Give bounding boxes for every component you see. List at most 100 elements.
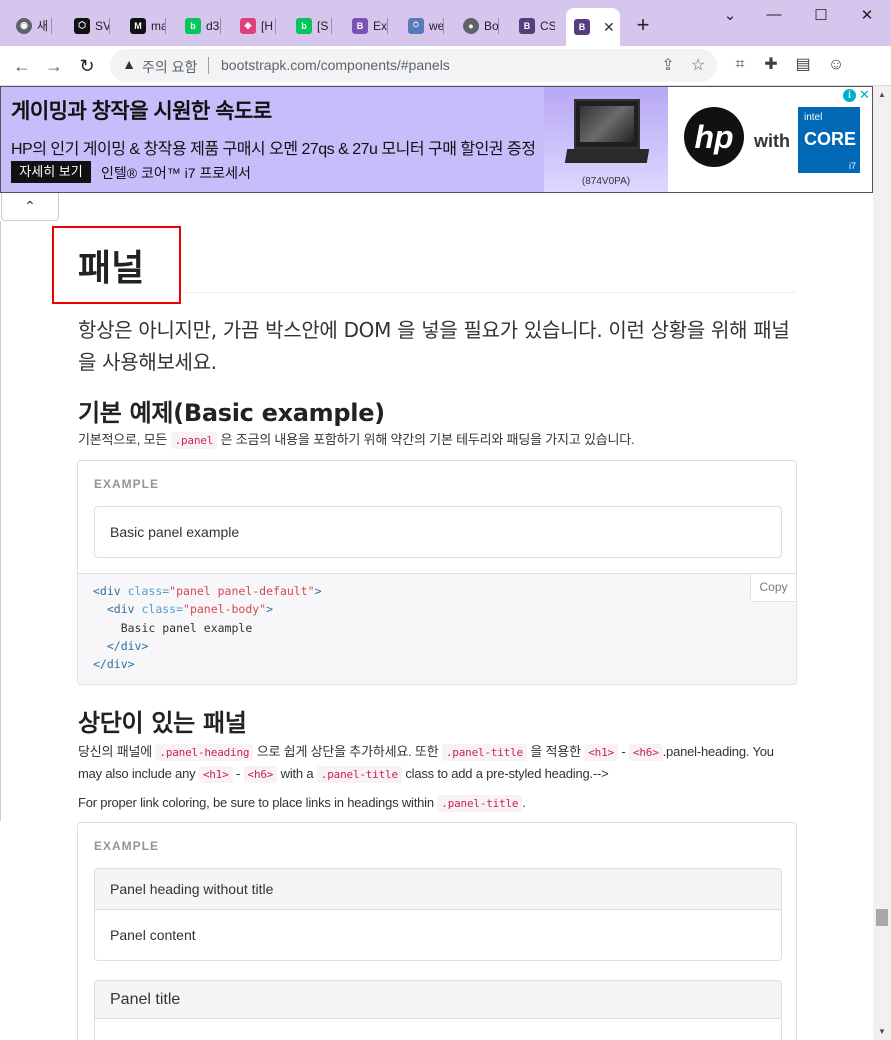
webpack-icon: ⍥ <box>408 17 424 34</box>
sidebar-border <box>0 221 1 821</box>
hp-logo-icon: hp <box>684 107 744 167</box>
code-line: <div class="panel panel-default"> <box>93 584 322 598</box>
warning-icon[interactable]: ▲ <box>121 56 137 72</box>
basic-example-heading: 기본 예제(Basic example) <box>78 399 385 427</box>
bootstrap-icon: B <box>574 19 590 35</box>
forward-icon[interactable]: → <box>40 52 68 80</box>
basic-panel: Basic panel example <box>94 506 782 558</box>
adchoices-info-icon[interactable]: i <box>843 89 856 102</box>
profile-avatar-icon[interactable]: ☺ <box>826 55 846 75</box>
ad-cta-button[interactable]: 자세히 보기 <box>11 161 91 183</box>
share-icon[interactable]: ⇪ <box>658 55 678 75</box>
ad-close-icon[interactable]: ✕ <box>859 87 870 103</box>
browser-tab[interactable]: M ma <box>122 9 166 42</box>
browser-tab[interactable]: ⍥ we <box>400 9 444 42</box>
tab-strip: ◉ 새 ⬡ SV M ma b d3 ◈ [H b [S B Exa ⍥ we … <box>0 0 891 46</box>
browser-tab[interactable]: ◉ 새 <box>8 9 52 42</box>
url-text[interactable]: bootstrapk.com/components/#panels <box>221 57 450 73</box>
medium-icon: M <box>130 17 146 34</box>
collapse-chevron-up-icon[interactable]: ⌃ <box>1 193 59 221</box>
inline-code: .panel-title <box>437 795 523 812</box>
bootstrap-icon: B <box>519 17 535 34</box>
panel-heading-section-heading: 상단이 있는 패널 <box>78 709 247 737</box>
browser-tab[interactable]: ⬡ SV <box>66 9 110 42</box>
code-tag: <div <box>93 584 121 598</box>
text: class to add a pre-styled heading.--> <box>405 766 609 781</box>
cube-icon: ◈ <box>240 17 256 34</box>
tab-title: CS <box>540 18 555 33</box>
laptop-base <box>564 149 650 163</box>
security-label[interactable]: 주의 요함 <box>142 57 197 77</box>
tab-title: d3 <box>206 18 220 33</box>
browser-toolbar: ← → ↻ ▲ 주의 요함 bootstrapk.com/components/… <box>0 46 891 86</box>
camera-icon[interactable]: ⌗ <box>730 55 750 75</box>
basic-code-block: Copy <div class="panel panel-default"> <… <box>77 574 797 685</box>
browser-tab-active[interactable]: B ✕ <box>566 8 620 46</box>
panel-heading: Panel heading without title <box>95 869 781 910</box>
browser-tab[interactable]: b d3 <box>177 9 221 42</box>
heading-example-box: EXAMPLE Panel heading without title Pane… <box>77 822 797 1040</box>
minimize-icon[interactable]: — <box>764 6 784 23</box>
ad-brand-area: hp with intel CORE i7 <box>668 87 872 192</box>
close-window-icon[interactable]: ✕ <box>857 6 877 24</box>
page-scrollbar[interactable]: ▲ ▼ <box>873 86 891 1040</box>
ad-model-number: (874V0PA) <box>581 176 631 187</box>
side-panel-icon[interactable]: ▤ <box>793 55 813 75</box>
code-string: "panel panel-default" <box>169 584 315 598</box>
tab-title: 새 <box>37 19 49 33</box>
browser-tab[interactable]: ◈ [H <box>232 9 276 42</box>
ad-with-text: with <box>754 131 790 151</box>
back-icon[interactable]: ← <box>8 52 36 80</box>
scroll-down-arrow-icon[interactable]: ▼ <box>873 1023 891 1040</box>
panel-body: Basic panel example <box>110 524 240 540</box>
divider <box>208 57 209 74</box>
inline-code: .panel-title <box>441 744 527 761</box>
code-line: <div class="panel-body"> <box>93 602 273 616</box>
tab-title: we <box>429 18 444 33</box>
intel-text: intel <box>804 112 823 123</box>
tab-search-icon[interactable]: ⌄ <box>720 6 740 24</box>
text: with a <box>280 766 314 781</box>
code-tag: <div <box>93 602 135 616</box>
basic-example-box: EXAMPLE Basic panel example <box>77 460 797 574</box>
i7-text: i7 <box>848 161 856 171</box>
example-label: EXAMPLE <box>94 839 160 853</box>
browser-tab[interactable]: B Exa <box>344 9 388 42</box>
scrollbar-thumb[interactable] <box>876 909 888 926</box>
inline-code: <h1> <box>584 744 618 761</box>
ad-headline: 게이밍과 창작을 시원한 속도로 <box>11 100 272 123</box>
tab-title: Bo <box>484 18 499 33</box>
tab-title: SV <box>95 18 110 33</box>
text: 은 조금의 내용을 포함하기 위해 약간의 기본 테두리와 패딩을 가지고 있습… <box>220 432 635 447</box>
inline-code: <h6> <box>243 766 278 783</box>
extensions-puzzle-icon[interactable]: ✚ <box>761 55 781 75</box>
bookmark-star-icon[interactable]: ☆ <box>688 55 708 75</box>
text: . <box>522 795 526 810</box>
tab-title: ma <box>151 18 166 33</box>
scroll-up-arrow-icon[interactable]: ▲ <box>873 86 891 103</box>
ad-subline: HP의 인기 게이밍 & 창작용 제품 구매시 오멘 27qs & 27u 모니… <box>11 141 536 158</box>
globe-icon: ● <box>463 17 479 34</box>
text: 기본적으로, 모든 <box>78 432 168 447</box>
browser-tab[interactable]: ● Bo <box>455 9 499 42</box>
ad-banner[interactable]: 게이밍과 창작을 시원한 속도로 HP의 인기 게이밍 & 창작용 제품 구매시… <box>0 86 873 193</box>
panel-heading-description: 당신의 패널에 .panel-heading 으로 쉽게 상단을 추가하세요. … <box>78 741 798 785</box>
maximize-icon[interactable]: ☐ <box>811 6 831 24</box>
code-tag: > <box>266 602 274 616</box>
text: 당신의 패널에 <box>78 744 152 759</box>
code-attr: class= <box>134 602 184 616</box>
reload-icon[interactable]: ↻ <box>73 52 101 80</box>
code-line: </div> <box>93 639 149 653</box>
code-line: Basic panel example <box>93 621 253 635</box>
bootstrap-icon: B <box>352 17 368 34</box>
copy-button[interactable]: Copy <box>750 574 796 602</box>
new-tab-button[interactable]: + <box>633 14 653 36</box>
codepen-icon: ⬡ <box>74 17 90 34</box>
close-tab-icon[interactable]: ✕ <box>603 19 615 36</box>
browser-tab[interactable]: B CS <box>511 9 555 42</box>
address-bar[interactable]: ▲ 주의 요함 bootstrapk.com/components/#panel… <box>110 49 717 82</box>
panel-title: Panel title <box>110 990 181 1008</box>
code-tag: > <box>314 584 322 598</box>
example-label: EXAMPLE <box>94 477 160 491</box>
browser-tab[interactable]: b [S <box>288 9 332 42</box>
